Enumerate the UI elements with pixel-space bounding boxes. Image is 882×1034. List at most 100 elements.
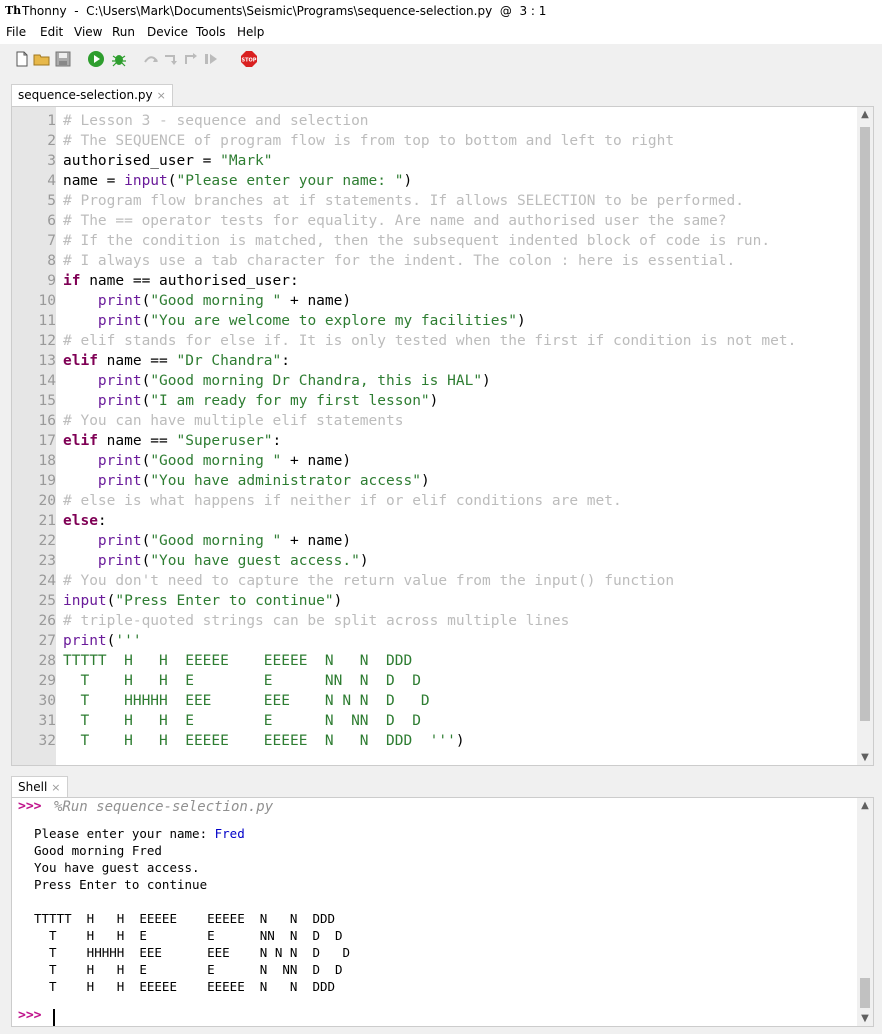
code-line: if name == authorised_user: (63, 273, 299, 289)
editor-scrollbar[interactable]: ▲ ▼ (857, 107, 873, 765)
string-token: "Mark" (220, 153, 273, 169)
string-token: T H H E E N NN D D (63, 713, 421, 729)
code-token: name == (97, 353, 177, 369)
code-token: ( (141, 313, 151, 329)
user-input-text: Fred (214, 826, 245, 841)
stop-icon[interactable]: STOP (240, 50, 258, 68)
code-line: name = input("Please enter your name: ") (63, 173, 412, 189)
code-token: ( (141, 373, 151, 389)
code-token: ( (141, 453, 151, 469)
menu-device[interactable]: Device (147, 25, 188, 39)
tab-sequence-selection[interactable]: sequence-selection.py × (11, 84, 173, 106)
line-number: 9 (47, 273, 56, 289)
string-token: "You have guest access." (150, 553, 360, 569)
shell-output-line: T H H EEEEE EEEEE N N DDD (34, 979, 335, 994)
comment-token: # Lesson 3 - sequence and selection (63, 113, 369, 129)
close-tab-icon[interactable]: × (51, 781, 60, 794)
step-over-icon[interactable] (142, 50, 160, 68)
shell-output-line: Please enter your name: Fred (34, 826, 245, 841)
tab-label: sequence-selection.py (18, 88, 153, 102)
output-text: T HHHHH EEE EEE N N N D D (34, 945, 351, 960)
open-folder-icon[interactable] (33, 50, 51, 68)
code-token: ( (141, 393, 151, 409)
comment-token: # elif stands for else if. It is only te… (63, 333, 797, 349)
comment-token: # triple-quoted strings can be split acr… (63, 613, 570, 629)
shell-output-line: T HHHHH EEE EEE N N N D D (34, 945, 350, 960)
tab-label: Shell (18, 780, 48, 794)
step-into-icon[interactable] (162, 50, 180, 68)
tab-shell[interactable]: Shell × (11, 776, 68, 798)
shell-scrollbar[interactable]: ▲ ▼ (857, 798, 873, 1026)
line-number: 20 (38, 493, 56, 509)
line-number: 26 (38, 613, 56, 629)
new-file-icon[interactable] (13, 50, 31, 68)
code-line: # elif stands for else if. It is only te… (63, 333, 796, 349)
line-number: 29 (38, 673, 56, 689)
code-line: # You can have multiple elif statements (63, 413, 403, 429)
menu-edit[interactable]: Edit (40, 25, 63, 39)
code-line: # Program flow branches at if statements… (63, 193, 744, 209)
line-number: 24 (38, 573, 56, 589)
output-text: TTTTT H H EEEEE EEEEE N N DDD (34, 911, 336, 926)
scrollbar-thumb[interactable] (860, 127, 870, 721)
menu-view[interactable]: View (74, 25, 102, 39)
line-number: 25 (38, 593, 56, 609)
line-number: 3 (47, 153, 56, 169)
output-text: T H H E E NN N D D (34, 928, 343, 943)
code-line: print("Good morning " + name) (63, 533, 351, 549)
line-number: 31 (38, 713, 56, 729)
string-token: T HHHHH EEE EEE N N N D D (63, 693, 430, 709)
save-icon[interactable] (54, 50, 72, 68)
code-line: print("You are welcome to explore my fac… (63, 313, 526, 329)
builtin-token: input (63, 593, 107, 609)
line-number: 23 (38, 553, 56, 569)
code-token: ) (333, 593, 343, 609)
scrollbar-thumb[interactable] (860, 978, 870, 1008)
code-line: print("Good morning " + name) (63, 293, 351, 309)
resume-icon[interactable] (202, 50, 220, 68)
toolbar: STOP (0, 44, 882, 76)
code-token: : (97, 513, 107, 529)
code-line: # If the condition is matched, then the … (63, 233, 770, 249)
line-number: 6 (47, 213, 56, 229)
scroll-up-icon[interactable]: ▲ (857, 109, 873, 120)
string-token: "Good morning Dr Chandra, this is HAL" (150, 373, 483, 389)
string-token: "Superuser" (176, 433, 273, 449)
debug-icon[interactable] (110, 50, 128, 68)
code-line: T HHHHH EEE EEE N N N D D (63, 693, 430, 709)
code-line: # The == operator tests for equality. Ar… (63, 213, 726, 229)
output-text: Good morning Fred (34, 843, 162, 858)
close-tab-icon[interactable]: × (157, 89, 166, 102)
keyword-token: elif (63, 433, 98, 449)
code-token: + name) (281, 293, 352, 309)
shell-output-line: T H H E E NN N D D (34, 928, 343, 943)
builtin-token: print (97, 473, 142, 489)
step-out-icon[interactable] (182, 50, 200, 68)
code-token: ) (420, 473, 430, 489)
shell-panel[interactable]: >>> %Run sequence-selection.py Please en… (11, 797, 874, 1027)
builtin-token: print (97, 533, 142, 549)
run-icon[interactable] (87, 50, 105, 68)
line-number: 4 (47, 173, 56, 189)
scroll-up-icon[interactable]: ▲ (857, 800, 873, 811)
line-number: 15 (38, 393, 56, 409)
line-number: 19 (38, 473, 56, 489)
comment-token: # You don't need to capture the return v… (63, 573, 675, 589)
builtin-token: print (97, 373, 142, 389)
menu-tools[interactable]: Tools (196, 25, 226, 39)
builtin-token: print (63, 633, 107, 649)
line-number: 22 (38, 533, 56, 549)
scroll-down-icon[interactable]: ▼ (857, 752, 873, 763)
scroll-down-icon[interactable]: ▼ (857, 1013, 873, 1024)
line-number: 13 (38, 353, 56, 369)
menu-help[interactable]: Help (237, 25, 264, 39)
output-text: Press Enter to continue (34, 877, 208, 892)
line-number: 14 (38, 373, 56, 389)
code-token: name == (97, 433, 177, 449)
menu-run[interactable]: Run (112, 25, 135, 39)
code-editor[interactable]: 1 2 3 4 5 6 7 8 9 10 11 12 13 14 15 16 17 18 19 20 21 22 23 24 2… (11, 106, 874, 766)
menu-file[interactable]: File (6, 25, 26, 39)
comment-token: # else is what happens if neither if or … (63, 493, 622, 509)
